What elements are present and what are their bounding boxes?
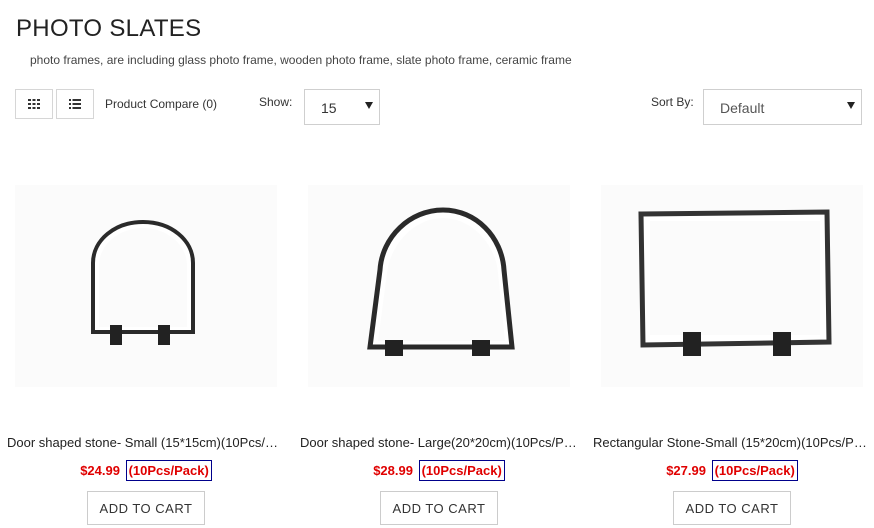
add-to-cart-button[interactable]: ADD TO CART [673,491,791,525]
product-price-row: $27.99 (10Pcs/Pack) [601,460,863,481]
add-to-cart-button[interactable]: ADD TO CART [380,491,498,525]
door-shaped-slate-small-image [91,219,195,345]
product-card: Door shaped stone- Small (15*15cm)(10Pcs… [7,185,285,525]
product-image[interactable] [601,185,863,387]
pack-size-badge: (10Pcs/Pack) [418,460,505,481]
list-view-button[interactable] [56,89,94,119]
door-shaped-slate-large-image [367,207,515,356]
product-price-row: $28.99 (10Pcs/Pack) [308,460,570,481]
show-count-value: 15 [321,100,337,116]
page-title: PHOTO SLATES [16,15,202,42]
category-description: photo frames, are including glass photo … [30,53,572,67]
product-price-row: $24.99 (10Pcs/Pack) [15,460,277,481]
product-image[interactable] [15,185,277,387]
product-card: Door shaped stone- Large(20*20cm)(10Pcs/… [300,185,578,525]
sort-by-select[interactable]: Default [703,89,862,125]
sort-label: Sort By: [651,95,694,109]
show-count-select[interactable]: 15 [304,89,380,125]
chevron-down-icon [847,102,855,109]
product-price: $27.99 [666,463,706,478]
add-to-cart-button[interactable]: ADD TO CART [87,491,205,525]
grid-icon [28,99,40,109]
product-image[interactable] [308,185,570,387]
list-icon [69,99,81,109]
chevron-down-icon [365,102,373,109]
pack-size-badge: (10Pcs/Pack) [711,460,798,481]
show-label: Show: [259,95,293,109]
product-name[interactable]: Door shaped stone- Large(20*20cm)(10Pcs/… [300,435,578,450]
grid-view-button[interactable] [15,89,53,119]
rectangular-slate-image [638,209,832,356]
sort-by-value: Default [720,100,765,116]
product-price: $24.99 [80,463,120,478]
product-price: $28.99 [373,463,413,478]
product-name[interactable]: Rectangular Stone-Small (15*20cm)(10Pcs/… [593,435,871,450]
product-name[interactable]: Door shaped stone- Small (15*15cm)(10Pcs… [7,435,285,450]
product-card: Rectangular Stone-Small (15*20cm)(10Pcs/… [593,185,871,525]
pack-size-badge: (10Pcs/Pack) [125,460,212,481]
product-compare-link[interactable]: Product Compare (0) [105,97,217,111]
